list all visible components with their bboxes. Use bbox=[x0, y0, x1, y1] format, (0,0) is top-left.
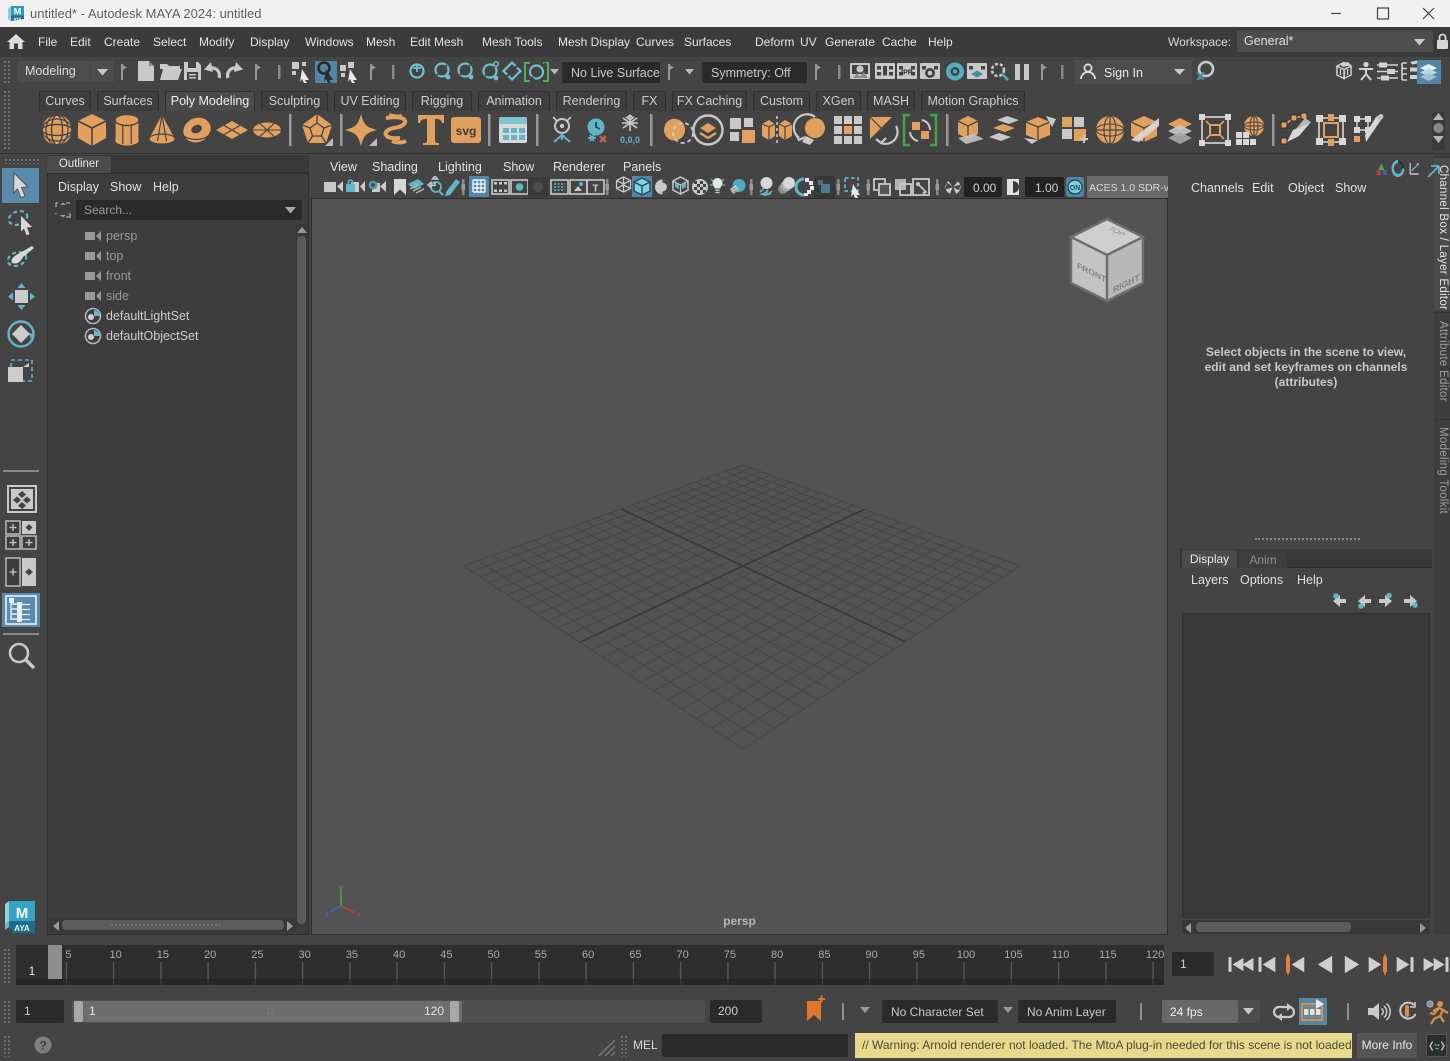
svg-text:60: 60 bbox=[582, 949, 594, 961]
svg-text:y: y bbox=[339, 884, 343, 892]
svg-text:90: 90 bbox=[865, 949, 877, 961]
svg-text:10: 10 bbox=[109, 949, 121, 961]
svg-text:defaultObjectSet: defaultObjectSet bbox=[106, 329, 199, 343]
svg-text:side: side bbox=[106, 289, 129, 303]
svg-text:?: ? bbox=[39, 1039, 46, 1053]
svg-text:ON: ON bbox=[1070, 185, 1081, 192]
svg-text:defaultLightSet: defaultLightSet bbox=[106, 309, 190, 323]
svg-text:AYA: AYA bbox=[14, 16, 22, 21]
svg-text:50: 50 bbox=[487, 949, 499, 961]
svg-text:40: 40 bbox=[393, 949, 405, 961]
svg-text:1.00: 1.00 bbox=[1035, 181, 1059, 195]
svg-text:120: 120 bbox=[1146, 949, 1164, 961]
svg-text:Sign In: Sign In bbox=[1104, 66, 1143, 80]
svg-text:30: 30 bbox=[298, 949, 310, 961]
svg-text:55: 55 bbox=[535, 949, 547, 961]
svg-text:No Anim Layer: No Anim Layer bbox=[1027, 1005, 1106, 1019]
svg-text:15: 15 bbox=[157, 949, 169, 961]
svg-text:5: 5 bbox=[65, 949, 71, 961]
svg-text:persp: persp bbox=[106, 229, 137, 243]
svg-text:65: 65 bbox=[629, 949, 641, 961]
svg-text:front: front bbox=[106, 269, 132, 283]
svg-text:No Live Surface: No Live Surface bbox=[571, 66, 660, 80]
svg-text:Symmetry: Off: Symmetry: Off bbox=[711, 66, 791, 80]
svg-text:95: 95 bbox=[913, 949, 925, 961]
svg-text:25: 25 bbox=[251, 949, 263, 961]
svg-text:T: T bbox=[592, 184, 598, 195]
svg-text:100: 100 bbox=[957, 949, 975, 961]
svg-text:80: 80 bbox=[771, 949, 783, 961]
svg-text:24 fps: 24 fps bbox=[1170, 1005, 1203, 1019]
svg-text:35: 35 bbox=[346, 949, 358, 961]
svg-text:20: 20 bbox=[204, 949, 216, 961]
svg-text:70: 70 bbox=[676, 949, 688, 961]
svg-text:No Character Set: No Character Set bbox=[891, 1005, 984, 1019]
svg-text:75: 75 bbox=[724, 949, 736, 961]
svg-text:105: 105 bbox=[1004, 949, 1022, 961]
svg-text:top: top bbox=[106, 249, 123, 263]
svg-text:85: 85 bbox=[818, 949, 830, 961]
svg-text:0.00: 0.00 bbox=[973, 181, 997, 195]
svg-text:45: 45 bbox=[440, 949, 452, 961]
svg-text:115: 115 bbox=[1099, 949, 1117, 961]
svg-text:1: 1 bbox=[29, 966, 35, 978]
svg-text:110: 110 bbox=[1052, 949, 1070, 961]
svg-text:IPR: IPR bbox=[901, 70, 913, 77]
svg-text:AYA: AYA bbox=[14, 924, 30, 933]
svg-text:0,0,0: 0,0,0 bbox=[620, 135, 640, 145]
svg-text:M: M bbox=[16, 905, 29, 922]
svg-text:ACES 1.0 SDR-v: ACES 1.0 SDR-v bbox=[1089, 182, 1168, 194]
svg-text:svg: svg bbox=[456, 124, 477, 138]
